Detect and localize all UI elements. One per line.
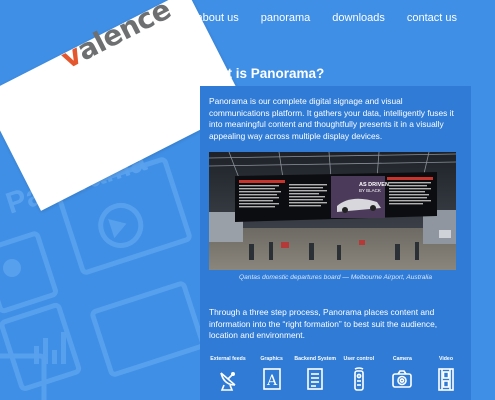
photo-illustration: AS DRIVEN BY BLACK [209, 152, 456, 270]
remote-control-icon [353, 367, 364, 391]
airport-display-photo: AS DRIVEN BY BLACK [209, 152, 456, 270]
source-label: Graphics [260, 356, 283, 362]
source-user-control: User control [339, 356, 379, 391]
document-icon [307, 368, 323, 390]
content-sources: External feeds Graphics A Backend System [208, 356, 466, 391]
letter-a-icon: A [262, 368, 281, 390]
source-label: Video [438, 356, 453, 362]
nav-contact-us[interactable]: contact us [407, 12, 457, 24]
source-backend-system: Backend System [294, 356, 336, 391]
process-paragraph: Through a three step process, Panorama p… [209, 307, 438, 341]
content-panel: Panorama is our complete digital signage… [200, 86, 471, 400]
ad-line-2: BY BLACK [359, 188, 381, 193]
satellite-dish-icon [220, 372, 236, 391]
camera-icon [392, 370, 413, 388]
source-graphics: Graphics A [252, 356, 292, 391]
source-label: User control [343, 356, 375, 362]
photo-caption: Qantas domestic departures board — Melbo… [238, 274, 433, 281]
nav-panorama[interactable]: panorama [261, 12, 311, 24]
top-nav: about us panorama downloads contact us [197, 12, 457, 24]
film-strip-icon [438, 368, 454, 391]
intro-paragraph: Panorama is our complete digital signage… [209, 96, 454, 141]
source-camera: Camera [382, 356, 422, 391]
nav-downloads[interactable]: downloads [332, 12, 385, 24]
source-label: External feeds [210, 356, 246, 362]
source-external-feeds: External feeds [208, 356, 248, 391]
source-video: Video [426, 356, 466, 391]
source-label: Camera [392, 356, 412, 362]
source-label: Backend System [294, 356, 336, 362]
page-title: What is Panorama? [199, 66, 325, 81]
nav-about-us[interactable]: about us [197, 12, 239, 24]
svg-text:A: A [266, 373, 278, 389]
